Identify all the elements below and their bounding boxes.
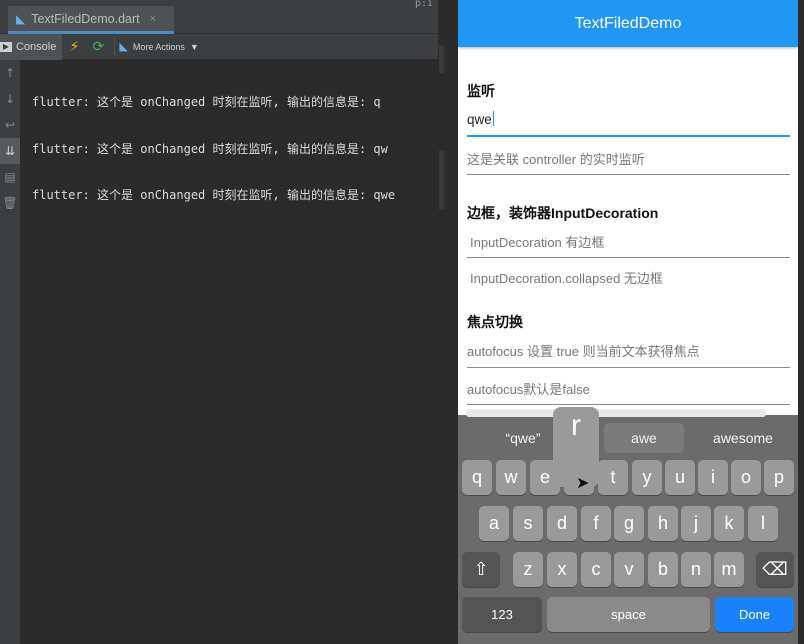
key-a[interactable]: a (479, 506, 509, 541)
input-underline (467, 174, 790, 175)
shift-key[interactable]: ⇧ (462, 552, 500, 587)
console-gutter: ↑ ↓ ↩ ⇊ ▤ 🗑 (0, 60, 20, 644)
key-h[interactable]: h (648, 506, 678, 541)
input-underline (467, 404, 790, 405)
next-field-edge (466, 409, 766, 417)
console-line: flutter: 这个是 onChanged 时刻在监听, 输出的信息是: qw (32, 141, 388, 156)
key-v[interactable]: v (614, 552, 644, 587)
phone-screen: TextFiledDemo 监听 qwe 这是关联 controller 的实时… (458, 0, 798, 644)
soft-wrap-icon[interactable]: ↩ (0, 112, 20, 138)
input-underline (467, 257, 790, 258)
arrow-down-icon[interactable]: ↓ (0, 86, 20, 112)
console-icon: ▶ (0, 41, 12, 52)
ide-panel: ◣ TextFiledDemo.dart × p:i ▶ Console ⚡ ⟳… (0, 0, 446, 644)
key-u[interactable]: u (665, 460, 695, 495)
space-key[interactable]: space (547, 597, 710, 632)
screen: ◣ TextFiledDemo.dart × p:i ▶ Console ⚡ ⟳… (0, 0, 804, 644)
key-p[interactable]: p (764, 460, 794, 495)
pointer-cursor-icon: ➤ (576, 473, 590, 492)
input-underline (467, 367, 790, 368)
bordered-input[interactable]: InputDecoration 有边框 (470, 232, 604, 251)
app-title: TextFiledDemo (574, 14, 682, 32)
key-s[interactable]: s (513, 506, 543, 541)
autofocus-true-input[interactable]: autofocus 设置 true 则当前文本获得焦点 (467, 341, 700, 360)
editor-tab[interactable]: ◣ TextFiledDemo.dart × (8, 6, 174, 34)
editor-tab-bar: ◣ TextFiledDemo.dart × p:i (0, 0, 446, 34)
close-icon[interactable]: × (150, 13, 156, 25)
arrow-up-icon[interactable]: ↑ (0, 60, 20, 86)
listen-input-value: qwe (467, 112, 492, 127)
console-line: flutter: 这个是 onChanged 时刻在监听, 输出的信息是: qw… (32, 188, 396, 202)
collapsed-input[interactable]: InputDecoration.collapsed 无边框 (470, 268, 663, 287)
console-tab-label: Console (16, 40, 57, 53)
flutter-icon: ◣ (119, 41, 128, 53)
key-d[interactable]: d (547, 506, 577, 541)
panel-splitter[interactable] (438, 0, 446, 644)
more-actions-label: More Actions (132, 41, 185, 52)
key-o[interactable]: o (731, 460, 761, 495)
key-q[interactable]: q (462, 460, 492, 495)
app-bar: TextFiledDemo (458, 0, 798, 47)
numbers-key[interactable]: 123 (462, 597, 542, 632)
scroll-to-end-icon[interactable]: ⇊ (0, 138, 20, 164)
listen-input[interactable]: qwe (467, 111, 494, 127)
hot-restart-icon[interactable]: ⟳ (86, 34, 110, 60)
console-output: flutter: 这个是 onChanged 时刻在监听, 输出的信息是: q … (32, 64, 432, 235)
key-i[interactable]: i (698, 460, 728, 495)
ios-keyboard: “qwe” awe awesome q w e r t y u i o p r … (458, 407, 798, 644)
editor-tab-label: TextFiledDemo.dart (31, 11, 140, 26)
section-title-focus: 焦点切换 (467, 314, 523, 330)
text-caret (492, 111, 494, 126)
key-z[interactable]: z (513, 552, 543, 587)
section-title-decoration: 边框，装饰器InputDecoration (467, 205, 659, 221)
print-icon[interactable]: ▤ (0, 164, 20, 190)
suggestion-item[interactable]: awe (604, 423, 684, 453)
trash-icon[interactable]: 🗑 (0, 190, 20, 216)
done-key[interactable]: Done (715, 597, 794, 632)
key-x[interactable]: x (547, 552, 577, 587)
run-toolbar: ▶ Console ⚡ ⟳ ◣ More Actions ▼ (0, 33, 446, 60)
key-k[interactable]: k (714, 506, 744, 541)
more-actions-button[interactable]: ◣ More Actions ▼ (119, 40, 198, 53)
console-line: flutter: 这个是 onChanged 时刻在监听, 输出的信息是: q (32, 95, 381, 109)
autofocus-false-input[interactable]: autofocus默认是false (467, 379, 590, 398)
hot-reload-icon[interactable]: ⚡ (62, 34, 86, 60)
console-tab[interactable]: ▶ Console (0, 33, 63, 60)
key-c[interactable]: c (581, 552, 611, 587)
key-l[interactable]: l (748, 506, 778, 541)
section-title-listen: 监听 (467, 83, 495, 99)
key-m[interactable]: m (714, 552, 744, 587)
key-f[interactable]: f (581, 506, 611, 541)
input-underline-focused (467, 135, 790, 137)
flutter-icon: ◣ (16, 11, 26, 26)
splitter-handle (439, 150, 444, 210)
key-t[interactable]: t (598, 460, 628, 495)
key-b[interactable]: b (648, 552, 678, 587)
key-n[interactable]: n (681, 552, 711, 587)
splitter-handle (439, 45, 444, 73)
key-w[interactable]: w (496, 460, 526, 495)
chevron-down-icon: ▼ (189, 41, 199, 52)
key-y[interactable]: y (632, 460, 662, 495)
controller-input[interactable]: 这是关联 controller 的实时监听 (467, 149, 645, 168)
toolbar-divider (114, 37, 116, 56)
suggestion-item[interactable]: awesome (698, 423, 788, 453)
window-edge (798, 0, 804, 644)
delete-key[interactable]: ⌫ (756, 552, 794, 587)
key-j[interactable]: j (681, 506, 711, 541)
key-g[interactable]: g (614, 506, 644, 541)
